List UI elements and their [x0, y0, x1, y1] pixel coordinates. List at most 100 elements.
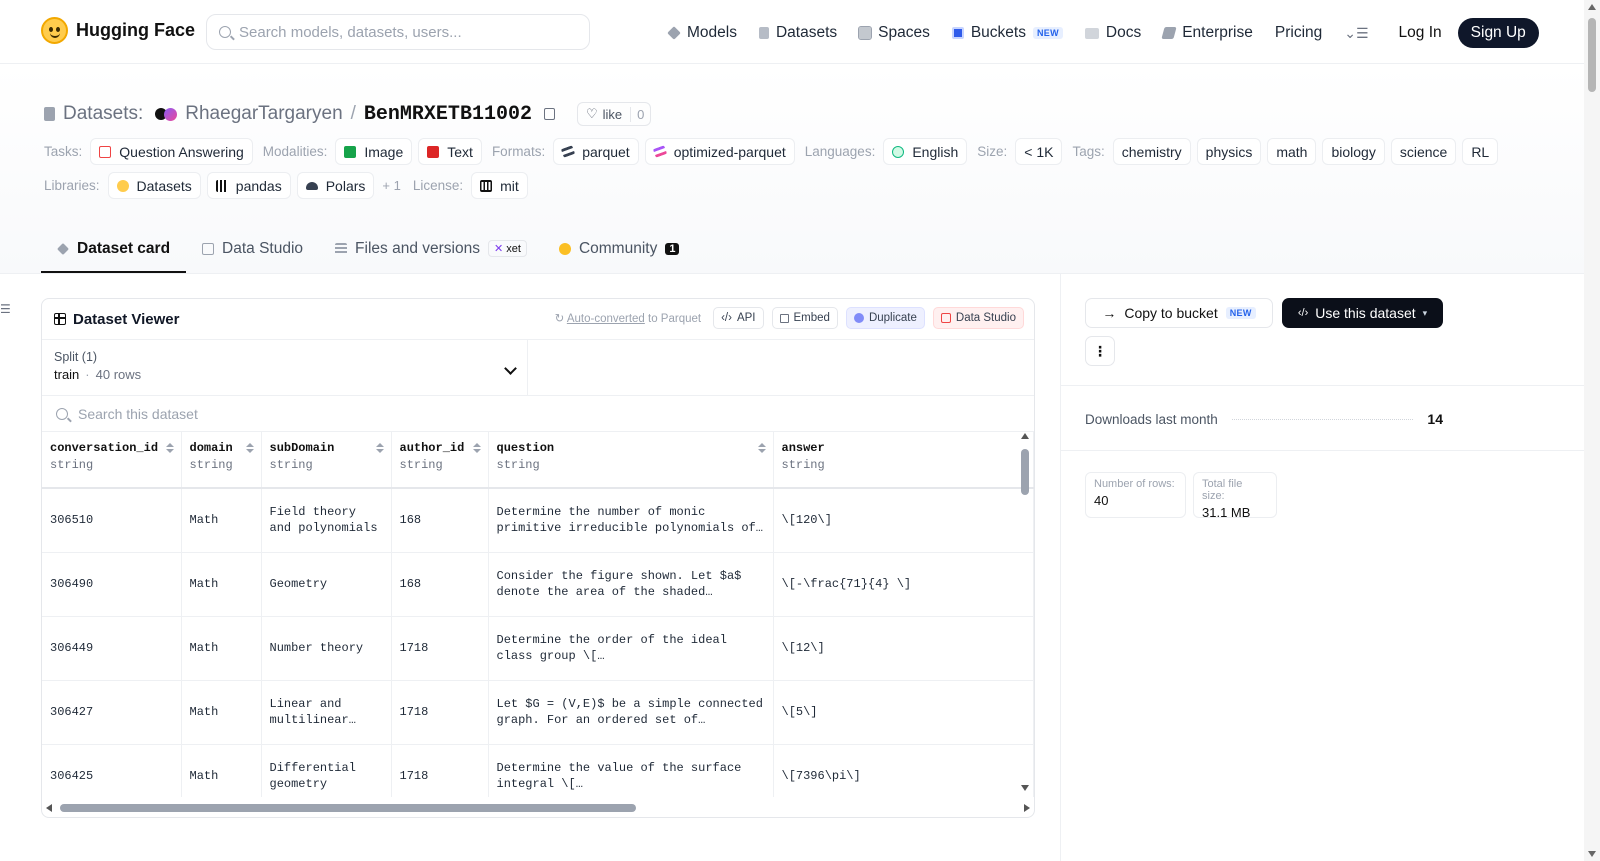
repo-kind-label[interactable]: Datasets:	[63, 103, 143, 125]
nav-pricing[interactable]: Pricing	[1275, 19, 1322, 47]
column-header[interactable]: subDomain string	[261, 432, 392, 489]
repo-name[interactable]: BenMRXETB11002	[364, 103, 532, 126]
table-horizontal-scrollbar[interactable]	[46, 803, 1030, 813]
column-header[interactable]: answer string	[773, 432, 1034, 489]
cell-text: 168	[399, 577, 422, 591]
table-cell[interactable]: \[5\]	[773, 680, 1034, 745]
table-cell[interactable]: \[7396\pi\]	[773, 744, 1034, 797]
page-scrollbar[interactable]	[1584, 0, 1600, 861]
modality-chip-text[interactable]: Text	[418, 138, 482, 165]
table-cell[interactable]: Math	[181, 616, 262, 681]
nav-enterprise[interactable]: Enterprise	[1161, 19, 1253, 47]
auto-converted-note: ↻ Auto-converted to Parquet	[555, 311, 701, 325]
owner-link[interactable]: RhaegarTargaryen	[185, 103, 342, 125]
table-cell[interactable]: \[-\frac{71}{4} \]	[773, 552, 1034, 617]
modality-chip-image[interactable]: Image	[335, 138, 413, 165]
library-chip-datasets[interactable]: Datasets	[107, 172, 201, 199]
table-row[interactable]: 306425 Math Differential geometry 1718 Deter…	[42, 744, 1034, 797]
table-cell[interactable]: Consider the figure shown. Let $a$ denot…	[488, 552, 774, 617]
tag-chip[interactable]: RL	[1462, 138, 1499, 165]
column-type: string	[399, 458, 443, 472]
nav-docs[interactable]: Docs	[1084, 19, 1141, 47]
tab-dataset-card[interactable]: Dataset card	[41, 226, 187, 273]
copy-to-bucket-button[interactable]: → Copy to bucket NEW	[1085, 298, 1273, 328]
table-cell[interactable]: Let $G = (V,E)$ be a simple connected gr…	[488, 680, 774, 745]
table-cell[interactable]: \[120\]	[773, 488, 1034, 553]
auto-converted-link[interactable]: Auto-converted	[567, 313, 645, 325]
table-cell[interactable]: Math	[181, 552, 262, 617]
table-row[interactable]: 306427 Math Linear and multilinear… 1718 Let…	[42, 680, 1034, 745]
license-chip[interactable]: mit	[471, 172, 528, 199]
table-row[interactable]: 306510 Math Field theory and polynomials 16…	[42, 488, 1034, 553]
embed-button[interactable]: Embed	[771, 307, 838, 329]
table-cell[interactable]: 168	[391, 488, 489, 553]
brand-logo[interactable]: Hugging Face	[41, 17, 195, 44]
more-menu-icon[interactable]: ⌄☰	[1344, 25, 1368, 42]
table-cell[interactable]: 1718	[391, 744, 489, 797]
tab-files-and-versions[interactable]: Files and versions ✕ xet	[319, 226, 543, 273]
table-cell[interactable]: Determine the number of monic primitive …	[488, 488, 774, 553]
table-cell[interactable]: Geometry	[261, 552, 392, 617]
table-cell[interactable]: Math	[181, 488, 262, 553]
task-chip[interactable]: Question Answering	[90, 138, 253, 165]
like-button[interactable]: ♡ like 0	[576, 102, 652, 126]
size-chip[interactable]: < 1K	[1015, 138, 1063, 165]
data-studio-button[interactable]: Data Studio	[932, 307, 1024, 329]
login-link[interactable]: Log In	[1399, 24, 1442, 42]
table-cell[interactable]: 306490	[42, 552, 182, 617]
table-cell[interactable]: 168	[391, 552, 489, 617]
nav-datasets[interactable]: Datasets	[758, 19, 837, 47]
library-chip-pandas[interactable]: pandas	[206, 172, 291, 199]
global-search-input[interactable]	[239, 23, 559, 41]
table-cell[interactable]: 306427	[42, 680, 182, 745]
nav-spaces[interactable]: Spaces	[858, 19, 930, 47]
cell-text: Field theory and polynomials	[269, 505, 378, 536]
dataset-search-input[interactable]	[78, 405, 678, 422]
column-header[interactable]: author_id string	[391, 432, 489, 489]
table-cell[interactable]: 306449	[42, 616, 182, 681]
table-cell[interactable]: 306425	[42, 744, 182, 797]
table-cell[interactable]: Number theory	[261, 616, 392, 681]
signup-button[interactable]: Sign Up	[1457, 18, 1539, 48]
column-header[interactable]: domain string	[181, 432, 262, 489]
tag-chip[interactable]: physics	[1196, 138, 1262, 165]
table-cell[interactable]: Determine the value of the surface integ…	[488, 744, 774, 797]
table-cell[interactable]: Determine the order of the ideal class g…	[488, 616, 774, 681]
table-cell[interactable]: Field theory and polynomials	[261, 488, 392, 553]
tag-chip[interactable]: science	[1390, 138, 1457, 165]
cell-text: Math	[189, 705, 219, 719]
table-cell[interactable]: 1718	[391, 680, 489, 745]
table-cell[interactable]: Math	[181, 680, 262, 745]
table-row[interactable]: 306449 Math Number theory 1718 Determine the…	[42, 616, 1034, 681]
nav-models[interactable]: Models	[667, 19, 737, 47]
table-cell[interactable]: Differential geometry	[261, 744, 392, 797]
tag-chip[interactable]: biology	[1322, 138, 1385, 165]
tag-chip[interactable]: math	[1267, 138, 1317, 165]
column-header[interactable]: question string	[488, 432, 774, 489]
language-chip[interactable]: English	[883, 138, 968, 165]
tab-community[interactable]: Community 1	[543, 226, 696, 273]
api-button[interactable]: ‹/› API	[713, 307, 764, 329]
table-row[interactable]: 306490 Math Geometry 168 Consider the figure…	[42, 552, 1034, 617]
split-selector[interactable]: Split (1) train · 40 rows	[42, 340, 528, 396]
table-cell[interactable]: Math	[181, 744, 262, 797]
table-cell[interactable]: Linear and multilinear…	[261, 680, 392, 745]
libraries-more[interactable]: + 1	[382, 178, 400, 193]
copy-icon[interactable]	[543, 108, 555, 120]
duplicate-button[interactable]: Duplicate	[845, 307, 925, 329]
tab-data-studio[interactable]: Data Studio	[186, 226, 319, 273]
tag-chip[interactable]: chemistry	[1112, 138, 1191, 165]
table-vertical-scrollbar[interactable]	[1020, 433, 1030, 791]
toc-toggle-icon[interactable]: ☰	[0, 302, 11, 316]
library-chip-polars[interactable]: Polars	[296, 172, 375, 199]
column-header[interactable]: conversation_id string	[42, 432, 182, 489]
table-cell[interactable]: \[12\]	[773, 616, 1034, 681]
table-cell[interactable]: 1718	[391, 616, 489, 681]
format-chip-optimized-parquet[interactable]: optimized-parquet	[644, 138, 795, 165]
more-options-button[interactable]: ⋮	[1085, 336, 1115, 366]
use-this-dataset-button[interactable]: ‹/› Use this dataset ▾	[1282, 298, 1443, 328]
table-cell[interactable]: 306510	[42, 488, 182, 553]
data-studio-icon	[940, 313, 951, 323]
nav-buckets[interactable]: Buckets NEW	[951, 19, 1063, 47]
format-chip-parquet[interactable]: parquet	[553, 138, 639, 165]
